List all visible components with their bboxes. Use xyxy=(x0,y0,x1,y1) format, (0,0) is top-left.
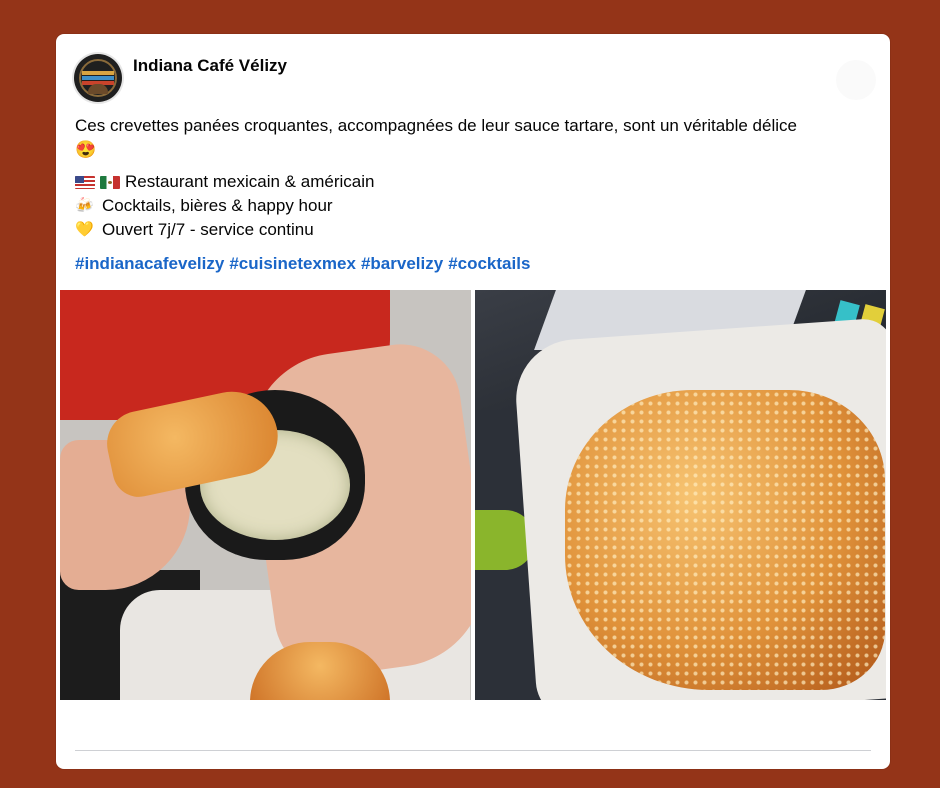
avatar[interactable] xyxy=(74,54,122,102)
photo-shrimp-basket[interactable] xyxy=(475,290,886,700)
feature-label: Restaurant mexicain & américain xyxy=(125,172,375,191)
feature-list: Restaurant mexicain & américain 🍻 Cockta… xyxy=(75,170,875,242)
post-text: Ces crevettes panées croquantes, accompa… xyxy=(75,116,797,135)
feature-label: Ouvert 7j/7 - service continu xyxy=(102,220,314,239)
hashtag-list: #indianacafevelizy #cuisinetexmex #barve… xyxy=(75,252,875,276)
logo-hat-icon xyxy=(88,84,108,94)
hashtag-link[interactable]: #barvelizy xyxy=(361,252,443,276)
post-header: Indiana Café Vélizy xyxy=(74,54,287,102)
mexico-flag-icon xyxy=(100,175,120,189)
photo-grid xyxy=(60,290,886,700)
yellow-heart-icon: 💛 xyxy=(75,221,94,238)
hashtag-link[interactable]: #cuisinetexmex xyxy=(229,252,356,276)
author-name[interactable]: Indiana Café Vélizy xyxy=(133,56,287,76)
heart-eyes-icon: 😍 xyxy=(75,140,97,159)
hashtag-link[interactable]: #cocktails xyxy=(448,252,530,276)
more-options-button[interactable] xyxy=(836,60,876,100)
feature-item: 💛 Ouvert 7j/7 - service continu xyxy=(75,218,875,242)
feature-item: 🍻 Cocktails, bières & happy hour xyxy=(75,194,875,218)
hashtag-link[interactable]: #indianacafevelizy xyxy=(75,252,224,276)
post-card: Indiana Café Vélizy Ces crevettes panées… xyxy=(56,34,890,769)
footer-divider xyxy=(75,750,871,751)
photo-shrimp-dip[interactable] xyxy=(60,290,471,700)
us-flag-icon xyxy=(75,175,95,189)
feature-item: Restaurant mexicain & américain xyxy=(75,170,875,194)
post-body: Ces crevettes panées croquantes, accompa… xyxy=(75,114,875,276)
beer-mugs-icon: 🍻 xyxy=(75,197,94,214)
feature-label: Cocktails, bières & happy hour xyxy=(102,196,333,215)
